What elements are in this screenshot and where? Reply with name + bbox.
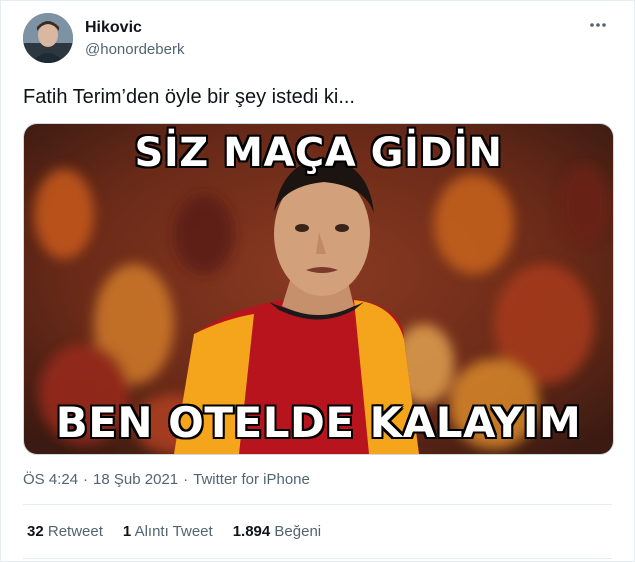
meta-separator: · <box>183 471 189 488</box>
tweet-text: Fatih Terim’den öyle bir şey istedi ki..… <box>23 86 355 108</box>
retweet-count: 32 <box>27 523 44 540</box>
meta-separator: · <box>83 471 89 488</box>
quote-tweet-stat[interactable]: 1 Alıntı Tweet <box>123 523 213 540</box>
meme-caption-bottom: BEN OTELDE KALAYIM <box>55 398 582 447</box>
retweet-stat[interactable]: 32 Retweet <box>27 523 103 540</box>
quote-count: 1 <box>122 523 132 540</box>
tweet-time[interactable]: ÖS 4:24 <box>23 471 78 488</box>
divider <box>23 504 612 505</box>
tweet-metadata: ÖS 4:24 · 18 Şub 2021 · Twitter for iPho… <box>23 471 310 488</box>
tweet-source[interactable]: Twitter for iPhone <box>193 471 310 488</box>
retweet-label: Retweet <box>47 523 103 540</box>
user-handle[interactable]: @honordeberk <box>85 41 184 58</box>
like-label: Beğeni <box>274 523 322 540</box>
like-count: 1.894 <box>232 523 271 540</box>
quote-label: Alıntı Tweet <box>134 523 213 540</box>
meme-caption-top: SİZ MAÇA GİDİN <box>134 130 503 176</box>
like-stat[interactable]: 1.894 Beğeni <box>233 523 321 540</box>
display-name[interactable]: Hikovic <box>85 19 142 37</box>
divider <box>23 558 612 559</box>
avatar[interactable] <box>23 13 73 63</box>
tweet-card: Hikovic @honordeberk Fatih Terim’den öyl… <box>0 0 635 562</box>
tweet-stats: 32 Retweet 1 Alıntı Tweet 1.894 Beğeni <box>27 523 321 540</box>
more-dots-icon[interactable] <box>586 15 610 35</box>
tweet-image[interactable]: SİZ MAÇA GİDİN BEN OTELDE KALAYIM <box>23 123 614 455</box>
tweet-date[interactable]: 18 Şub 2021 <box>93 471 178 488</box>
